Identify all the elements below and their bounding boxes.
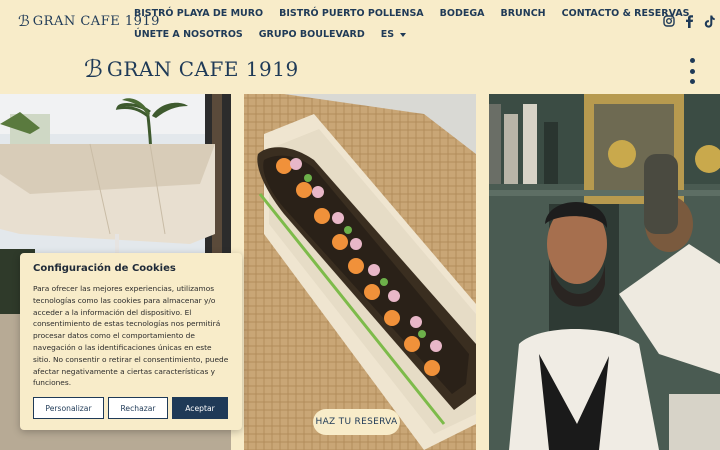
nav-item-bistro-playa-de-muro[interactable]: BISTRÓ PLAYA DE MURO bbox=[126, 4, 271, 23]
customize-button[interactable]: Personalizar bbox=[33, 397, 104, 419]
reject-button[interactable]: Rechazar bbox=[108, 397, 168, 419]
cookie-dialog-body: Para ofrecer las mejores experiencias, u… bbox=[33, 284, 229, 388]
brand-mark-icon: ℬ bbox=[84, 55, 103, 83]
accept-button[interactable]: Aceptar bbox=[172, 397, 228, 419]
nav-item-unete-a-nosotros[interactable]: ÚNETE A NOSOTROS bbox=[126, 25, 251, 44]
brand-name-large: GRAN CAFE 1919 bbox=[106, 57, 299, 81]
gallery-image-dish bbox=[244, 94, 476, 450]
main-navigation: BISTRÓ PLAYA DE MURO BISTRÓ PUERTO POLLE… bbox=[126, 4, 690, 44]
tiktok-icon[interactable] bbox=[702, 14, 716, 28]
nav-item-grupo-boulevard[interactable]: GRUPO BOULEVARD bbox=[251, 25, 373, 44]
top-navigation-bar: ℬ GRAN CAFE 1919 BISTRÓ PLAYA DE MURO BI… bbox=[0, 0, 720, 46]
kebab-dot bbox=[689, 68, 695, 74]
social-links bbox=[662, 14, 716, 28]
nav-item-bistro-puerto-pollensa[interactable]: BISTRÓ PUERTO POLLENSA bbox=[271, 4, 432, 23]
reserve-button[interactable]: HAZ TU RESERVA bbox=[313, 409, 400, 435]
cookie-consent-dialog: Configuración de Cookies Para ofrecer la… bbox=[20, 253, 242, 430]
kebab-dot bbox=[689, 58, 695, 63]
nav-item-brunch[interactable]: BRUNCH bbox=[492, 4, 553, 23]
nav-row-2: ÚNETE A NOSOTROS GRUPO BOULEVARD ES bbox=[126, 25, 606, 44]
cookie-dialog-title: Configuración de Cookies bbox=[33, 263, 176, 274]
nav-row-1: BISTRÓ PLAYA DE MURO BISTRÓ PUERTO POLLE… bbox=[126, 4, 690, 23]
gallery-image-bartender bbox=[489, 94, 720, 450]
kebab-dot bbox=[689, 79, 695, 84]
chevron-down-icon bbox=[400, 32, 407, 37]
cookie-dialog-actions: Personalizar Rechazar Aceptar bbox=[33, 397, 228, 419]
site-header: ℬ GRAN CAFE 1919 bbox=[0, 46, 720, 94]
gallery-divider bbox=[476, 94, 489, 450]
instagram-icon[interactable] bbox=[662, 14, 676, 28]
nav-item-bodega[interactable]: BODEGA bbox=[432, 4, 493, 23]
language-label: ES bbox=[380, 29, 395, 40]
facebook-icon[interactable] bbox=[682, 14, 696, 28]
brand-logo[interactable]: ℬ GRAN CAFE 1919 bbox=[84, 55, 299, 83]
language-selector[interactable]: ES bbox=[373, 25, 414, 44]
menu-kebab-icon[interactable] bbox=[688, 58, 696, 84]
brand-mark-icon: ℬ bbox=[18, 12, 30, 30]
